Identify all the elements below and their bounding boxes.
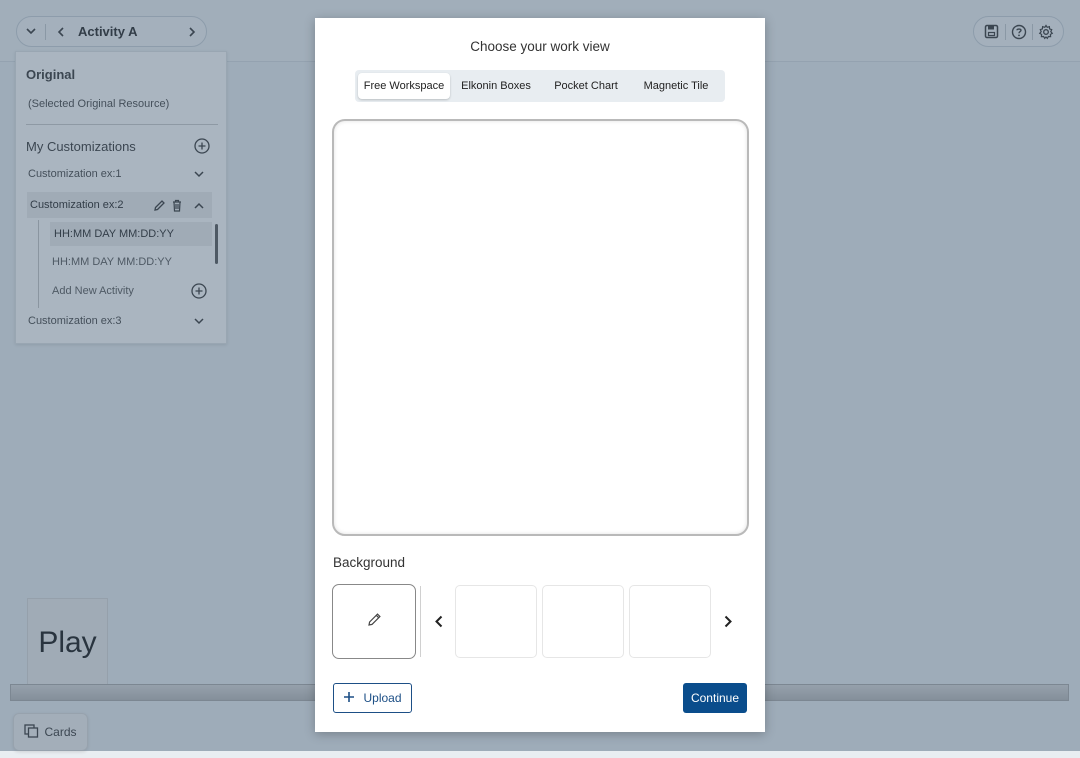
- background-divider: [420, 586, 421, 657]
- chevron-left-icon[interactable]: [428, 609, 448, 633]
- dialog-title: Choose your work view: [470, 39, 610, 54]
- tab-magnetic-tile[interactable]: Magnetic Tile: [630, 73, 722, 99]
- background-option[interactable]: [629, 585, 711, 658]
- background-label: Background: [333, 555, 406, 570]
- chevron-right-icon[interactable]: [718, 609, 738, 633]
- upload-label: Upload: [363, 691, 402, 705]
- workspace-preview: [332, 119, 749, 536]
- tab-pocket-chart[interactable]: Pocket Chart: [542, 73, 630, 99]
- background-option[interactable]: [542, 585, 624, 658]
- background-option[interactable]: [455, 585, 537, 658]
- upload-button[interactable]: Upload: [333, 683, 412, 713]
- plus-icon: [343, 691, 355, 706]
- pencil-icon: [367, 612, 382, 632]
- work-view-dialog: Choose your work view Free Workspace Elk…: [315, 18, 765, 732]
- tab-elkonin-boxes[interactable]: Elkonin Boxes: [450, 73, 542, 99]
- tab-free-workspace[interactable]: Free Workspace: [358, 73, 450, 99]
- continue-button[interactable]: Continue: [683, 683, 747, 713]
- custom-background-button[interactable]: [332, 584, 416, 659]
- work-view-tabs: Free Workspace Elkonin Boxes Pocket Char…: [355, 70, 725, 102]
